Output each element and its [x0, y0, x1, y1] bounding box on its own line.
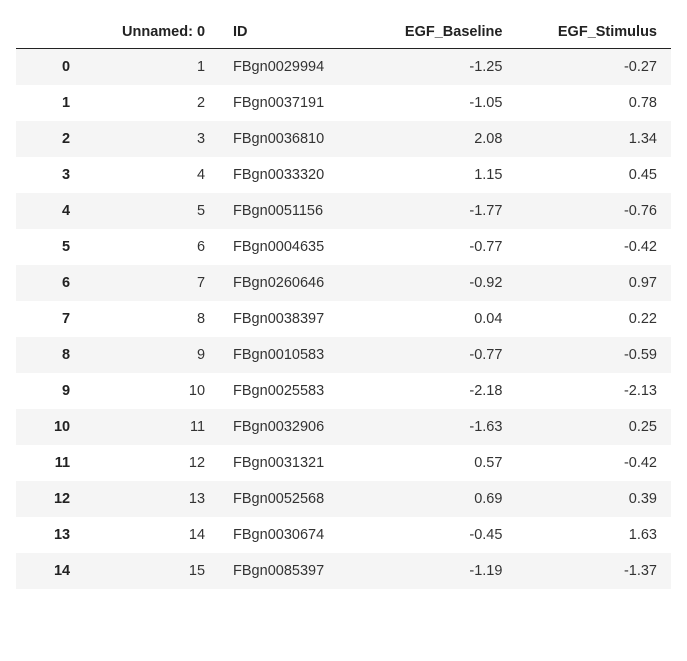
col-header-id: ID	[219, 16, 364, 49]
table-row: 89FBgn0010583-0.77-0.59	[16, 337, 671, 373]
cell-unnamed: 12	[84, 445, 219, 481]
cell-id: FBgn0010583	[219, 337, 364, 373]
cell-id: FBgn0260646	[219, 265, 364, 301]
cell-unnamed: 8	[84, 301, 219, 337]
cell-baseline: -1.25	[364, 49, 517, 86]
cell-id: FBgn0033320	[219, 157, 364, 193]
table-row: 67FBgn0260646-0.920.97	[16, 265, 671, 301]
cell-unnamed: 1	[84, 49, 219, 86]
table-row: 45FBgn0051156-1.77-0.76	[16, 193, 671, 229]
table-row: 78FBgn00383970.040.22	[16, 301, 671, 337]
cell-baseline: 0.57	[364, 445, 517, 481]
col-header-unnamed: Unnamed: 0	[84, 16, 219, 49]
cell-id: FBgn0052568	[219, 481, 364, 517]
row-index: 14	[16, 553, 84, 589]
cell-unnamed: 3	[84, 121, 219, 157]
row-index: 4	[16, 193, 84, 229]
row-index: 5	[16, 229, 84, 265]
cell-id: FBgn0036810	[219, 121, 364, 157]
cell-stimulus: 1.34	[516, 121, 671, 157]
cell-unnamed: 6	[84, 229, 219, 265]
cell-baseline: 2.08	[364, 121, 517, 157]
cell-id: FBgn0037191	[219, 85, 364, 121]
row-index: 2	[16, 121, 84, 157]
cell-baseline: -0.92	[364, 265, 517, 301]
row-index: 0	[16, 49, 84, 86]
row-index: 12	[16, 481, 84, 517]
table-row: 23FBgn00368102.081.34	[16, 121, 671, 157]
cell-baseline: 0.04	[364, 301, 517, 337]
cell-stimulus: -0.42	[516, 229, 671, 265]
table-row: 1011FBgn0032906-1.630.25	[16, 409, 671, 445]
cell-baseline: -1.05	[364, 85, 517, 121]
cell-stimulus: -0.42	[516, 445, 671, 481]
row-index: 1	[16, 85, 84, 121]
table-row: 01FBgn0029994-1.25-0.27	[16, 49, 671, 86]
table-row: 910FBgn0025583-2.18-2.13	[16, 373, 671, 409]
cell-id: FBgn0029994	[219, 49, 364, 86]
cell-id: FBgn0025583	[219, 373, 364, 409]
cell-stimulus: 0.22	[516, 301, 671, 337]
row-index: 13	[16, 517, 84, 553]
cell-unnamed: 13	[84, 481, 219, 517]
cell-stimulus: 0.97	[516, 265, 671, 301]
cell-unnamed: 4	[84, 157, 219, 193]
cell-unnamed: 11	[84, 409, 219, 445]
cell-baseline: -1.63	[364, 409, 517, 445]
cell-id: FBgn0004635	[219, 229, 364, 265]
cell-stimulus: 0.39	[516, 481, 671, 517]
row-index: 10	[16, 409, 84, 445]
row-index: 7	[16, 301, 84, 337]
table-row: 1112FBgn00313210.57-0.42	[16, 445, 671, 481]
table-row: 1415FBgn0085397-1.19-1.37	[16, 553, 671, 589]
cell-id: FBgn0038397	[219, 301, 364, 337]
cell-unnamed: 5	[84, 193, 219, 229]
cell-baseline: -0.77	[364, 337, 517, 373]
cell-baseline: -0.45	[364, 517, 517, 553]
cell-stimulus: 0.78	[516, 85, 671, 121]
cell-id: FBgn0030674	[219, 517, 364, 553]
cell-stimulus: -0.59	[516, 337, 671, 373]
cell-stimulus: -2.13	[516, 373, 671, 409]
col-header-index	[16, 16, 84, 49]
table-row: 56FBgn0004635-0.77-0.42	[16, 229, 671, 265]
cell-id: FBgn0085397	[219, 553, 364, 589]
cell-id: FBgn0031321	[219, 445, 364, 481]
cell-unnamed: 7	[84, 265, 219, 301]
row-index: 9	[16, 373, 84, 409]
col-header-baseline: EGF_Baseline	[364, 16, 517, 49]
cell-stimulus: -0.76	[516, 193, 671, 229]
table-row: 1314FBgn0030674-0.451.63	[16, 517, 671, 553]
cell-stimulus: 0.45	[516, 157, 671, 193]
cell-baseline: 1.15	[364, 157, 517, 193]
row-index: 11	[16, 445, 84, 481]
cell-stimulus: 1.63	[516, 517, 671, 553]
col-header-stimulus: EGF_Stimulus	[516, 16, 671, 49]
cell-baseline: -2.18	[364, 373, 517, 409]
row-index: 3	[16, 157, 84, 193]
cell-baseline: -1.19	[364, 553, 517, 589]
data-table: Unnamed: 0 ID EGF_Baseline EGF_Stimulus …	[16, 16, 671, 589]
cell-baseline: -0.77	[364, 229, 517, 265]
cell-baseline: -1.77	[364, 193, 517, 229]
table-row: 1213FBgn00525680.690.39	[16, 481, 671, 517]
cell-id: FBgn0032906	[219, 409, 364, 445]
cell-stimulus: 0.25	[516, 409, 671, 445]
cell-unnamed: 15	[84, 553, 219, 589]
cell-id: FBgn0051156	[219, 193, 364, 229]
table-row: 34FBgn00333201.150.45	[16, 157, 671, 193]
cell-baseline: 0.69	[364, 481, 517, 517]
cell-unnamed: 10	[84, 373, 219, 409]
row-index: 8	[16, 337, 84, 373]
cell-stimulus: -0.27	[516, 49, 671, 86]
cell-unnamed: 9	[84, 337, 219, 373]
row-index: 6	[16, 265, 84, 301]
table-body: 01FBgn0029994-1.25-0.2712FBgn0037191-1.0…	[16, 49, 671, 590]
table-row: 12FBgn0037191-1.050.78	[16, 85, 671, 121]
cell-unnamed: 14	[84, 517, 219, 553]
cell-stimulus: -1.37	[516, 553, 671, 589]
table-header: Unnamed: 0 ID EGF_Baseline EGF_Stimulus	[16, 16, 671, 49]
cell-unnamed: 2	[84, 85, 219, 121]
